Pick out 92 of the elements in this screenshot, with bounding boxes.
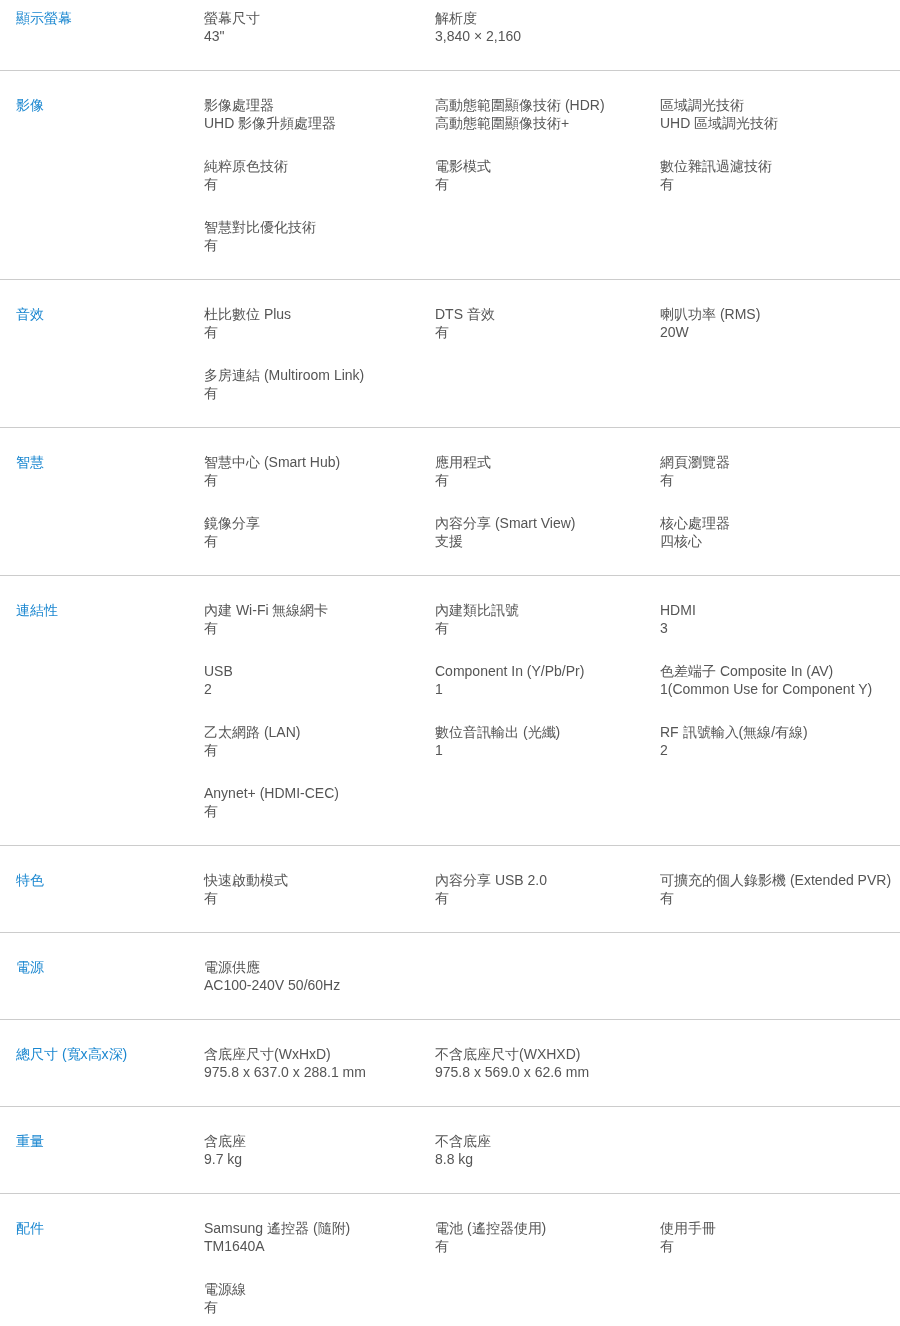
spec-value: 有 xyxy=(435,619,450,637)
spec-value: 有 xyxy=(204,802,219,820)
spec-value: 支援 xyxy=(435,532,464,550)
spec-label: RF 訊號輸入(無線/有線) xyxy=(660,723,809,741)
spec-value: 有 xyxy=(660,1237,675,1255)
spec-label: 可擴充的個人錄影機 (Extended PVR) xyxy=(660,871,892,889)
spec-label: 不含底座 xyxy=(435,1132,492,1150)
spec-value: TM1640A xyxy=(204,1237,266,1255)
spec-value: 有 xyxy=(204,323,219,341)
spec-label: 杜比數位 Plus xyxy=(204,305,293,323)
spec-label: 核心處理器 xyxy=(660,514,731,532)
spec-value: 1(Common Use for Component Y) xyxy=(660,680,874,698)
spec-label: 電源供應 xyxy=(204,958,261,976)
spec-value: 有 xyxy=(660,175,675,193)
spec-value: 有 xyxy=(435,323,450,341)
spec-value: 3 xyxy=(660,619,669,637)
spec-value: 有 xyxy=(660,471,675,489)
spec-label: 高動態範圍顯像技術 (HDR) xyxy=(435,96,606,114)
spec-value: 20W xyxy=(660,323,690,341)
spec-value: 有 xyxy=(204,1298,219,1316)
spec-value: 8.8 kg xyxy=(435,1150,475,1168)
spec-label: 電影模式 xyxy=(435,157,492,175)
spec-value: 1 xyxy=(435,680,444,698)
spec-label: 內建 Wi-Fi 無線網卡 xyxy=(204,601,330,619)
spec-value: 有 xyxy=(204,384,219,402)
section-title: 重量 xyxy=(16,1132,45,1151)
section-title: 影像 xyxy=(16,96,45,115)
spec-label: 螢幕尺寸 xyxy=(204,9,261,27)
spec-value: UHD 影像升頻處理器 xyxy=(204,114,338,132)
section-title: 顯示螢幕 xyxy=(16,9,73,28)
spec-value: 2 xyxy=(660,741,669,759)
spec-label: 區域調光技術 xyxy=(660,96,745,114)
spec-value: 1 xyxy=(435,741,444,759)
spec-label: 內建類比訊號 xyxy=(435,601,520,619)
spec-label: 喇叭功率 (RMS) xyxy=(660,305,762,323)
spec-label: 電源線 xyxy=(204,1280,247,1298)
spec-label: Samsung 遙控器 (隨附) xyxy=(204,1219,352,1237)
spec-label: USB xyxy=(204,662,234,680)
spec-value: AC100-240V 50/60Hz xyxy=(204,976,342,994)
spec-label: HDMI xyxy=(660,601,697,619)
spec-value: 有 xyxy=(204,619,219,637)
section-title: 總尺寸 (寬x高x深) xyxy=(16,1045,129,1064)
spec-label: 內容分享 (Smart View) xyxy=(435,514,577,532)
spec-label: 智慧對比優化技術 xyxy=(204,218,317,236)
spec-label: 數位音訊輸出 (光纖) xyxy=(435,723,562,741)
spec-value: 高動態範圍顯像技術+ xyxy=(435,114,571,132)
spec-value: 有 xyxy=(204,236,219,254)
spec-value: 四核心 xyxy=(660,532,703,550)
spec-label: 含底座尺寸(WxHxD) xyxy=(204,1045,332,1063)
spec-label: 數位雜訊過濾技術 xyxy=(660,157,773,175)
spec-label: 應用程式 xyxy=(435,453,492,471)
spec-label: 內容分享 USB 2.0 xyxy=(435,871,549,889)
spec-value: 有 xyxy=(204,889,219,907)
spec-value: 有 xyxy=(435,889,450,907)
spec-label: 電池 (遙控器使用) xyxy=(435,1219,548,1237)
section-title: 電源 xyxy=(16,958,45,977)
spec-value: 有 xyxy=(204,741,219,759)
spec-value: 有 xyxy=(435,1237,450,1255)
spec-value: 有 xyxy=(435,175,450,193)
spec-label: 使用手冊 xyxy=(660,1219,717,1237)
spec-label: Anynet+ (HDMI-CEC) xyxy=(204,784,340,802)
spec-label: 影像處理器 xyxy=(204,96,275,114)
spec-value: UHD 區域調光技術 xyxy=(660,114,780,132)
spec-value: 有 xyxy=(204,471,219,489)
section-title: 配件 xyxy=(16,1219,45,1238)
spec-label: 多房連結 (Multiroom Link) xyxy=(204,366,366,384)
spec-label: 鏡像分享 xyxy=(204,514,261,532)
section-title: 特色 xyxy=(16,871,45,890)
spec-value: 975.8 x 569.0 x 62.6 mm xyxy=(435,1063,591,1081)
spec-value: 43" xyxy=(204,27,226,45)
spec-value: 有 xyxy=(660,889,675,907)
spec-value: 有 xyxy=(435,471,450,489)
section-title: 音效 xyxy=(16,305,45,324)
spec-label: 色差端子 Composite In (AV) xyxy=(660,662,835,680)
section-title: 智慧 xyxy=(16,453,45,472)
section-title: 連結性 xyxy=(16,601,59,620)
spec-label: 純粹原色技術 xyxy=(204,157,289,175)
spec-value: 975.8 x 637.0 x 288.1 mm xyxy=(204,1063,367,1081)
spec-value: 3,840 × 2,160 xyxy=(435,27,523,45)
spec-value: 9.7 kg xyxy=(204,1150,244,1168)
spec-label: 解析度 xyxy=(435,9,478,27)
spec-value: 有 xyxy=(204,532,219,550)
spec-label: DTS 音效 xyxy=(435,305,496,323)
spec-label: Component In (Y/Pb/Pr) xyxy=(435,662,586,680)
spec-value: 2 xyxy=(204,680,213,698)
spec-label: 含底座 xyxy=(204,1132,247,1150)
spec-label: 不含底座尺寸(WXHXD) xyxy=(435,1045,582,1063)
spec-label: 網頁瀏覽器 xyxy=(660,453,731,471)
spec-label: 乙太網路 (LAN) xyxy=(204,723,302,741)
spec-value: 有 xyxy=(204,175,219,193)
spec-label: 智慧中心 (Smart Hub) xyxy=(204,453,342,471)
spec-label: 快速啟動模式 xyxy=(204,871,289,889)
